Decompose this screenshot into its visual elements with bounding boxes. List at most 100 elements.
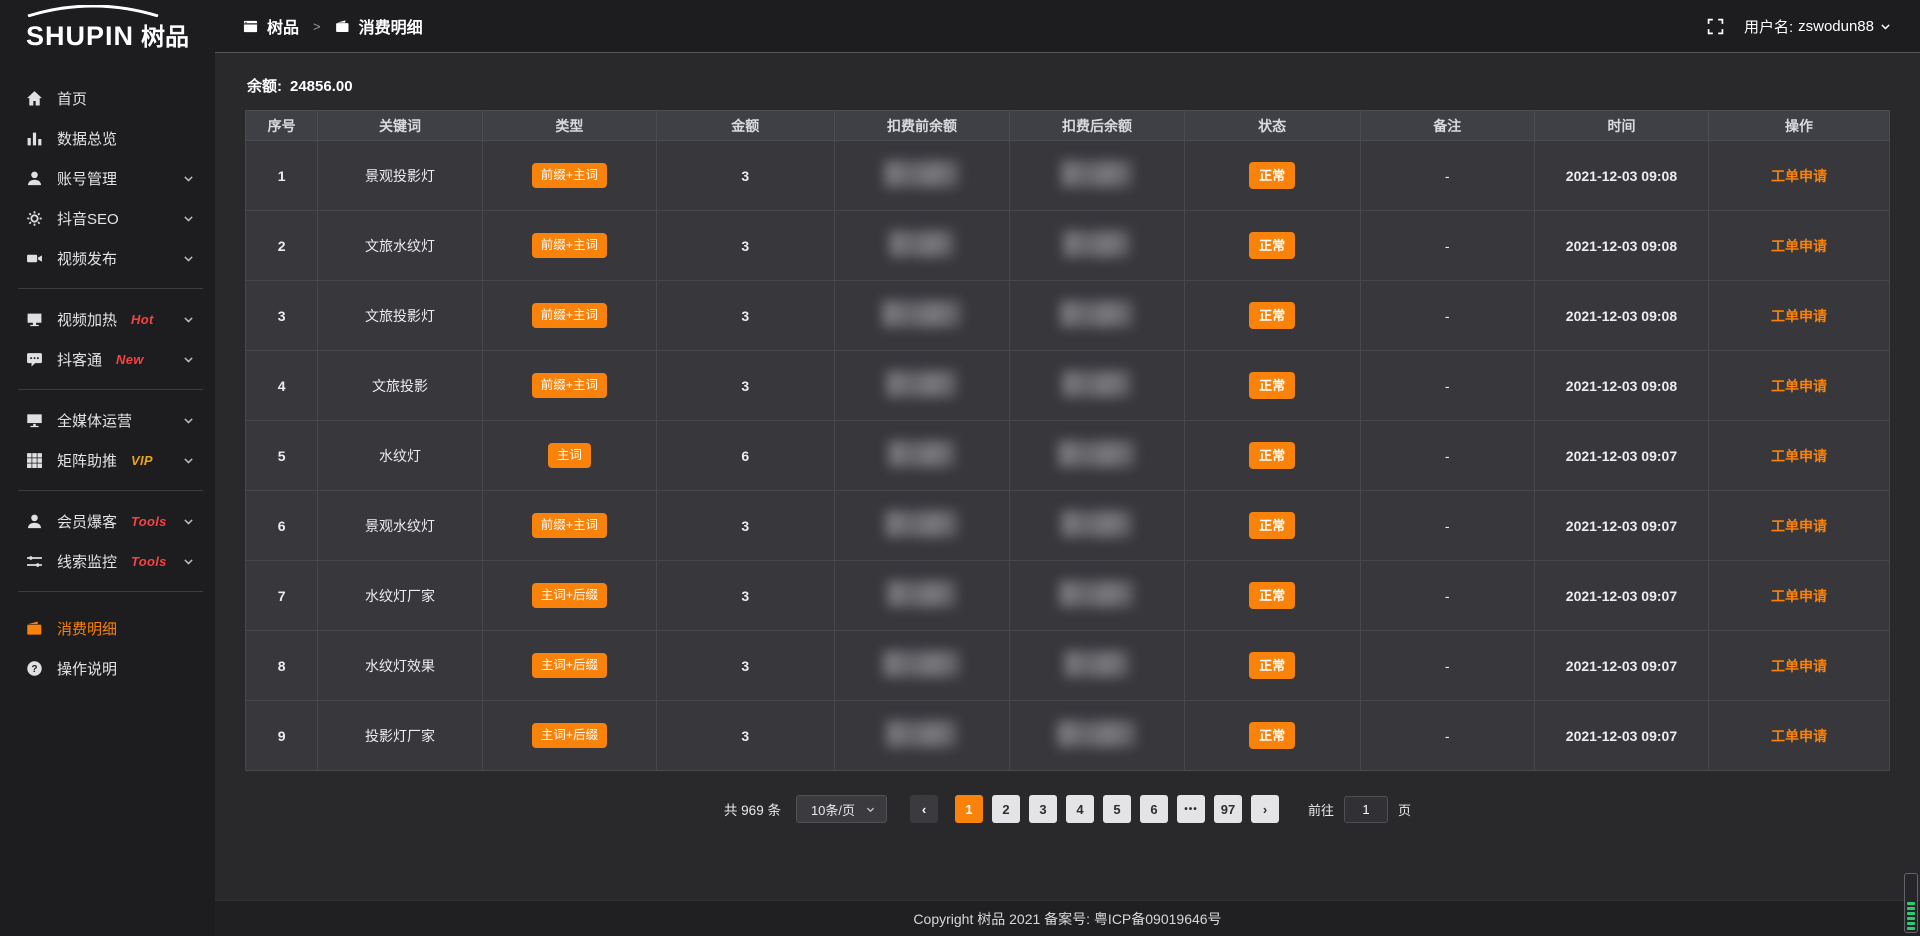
masked-balance-value	[1062, 511, 1132, 537]
cell-no: 8	[246, 631, 318, 701]
next-page-button[interactable]: ›	[1251, 795, 1279, 823]
overlay-widget[interactable]	[1904, 873, 1918, 933]
footer: Copyright 树品 2021 备案号: 粤ICP备09019646号	[215, 900, 1920, 936]
cell-status: 正常	[1184, 281, 1360, 351]
type-badge: 主词	[548, 443, 591, 468]
page-button-6[interactable]: 6	[1140, 795, 1168, 823]
sidebar-item-badge: VIP	[131, 453, 153, 468]
masked-balance-value	[887, 721, 957, 747]
page-button-3[interactable]: 3	[1029, 795, 1057, 823]
ticket-apply-link[interactable]: 工单申请	[1771, 308, 1827, 324]
cell-keyword: 文旅水纹灯	[318, 211, 482, 281]
gear-icon	[26, 210, 43, 227]
cell-no: 5	[246, 421, 318, 491]
sidebar-divider	[18, 490, 203, 491]
grid-icon	[26, 452, 43, 469]
fullscreen-icon[interactable]	[1707, 18, 1724, 35]
ticket-apply-link[interactable]: 工单申请	[1771, 238, 1827, 254]
cell-keyword: 文旅投影	[318, 351, 482, 421]
ticket-apply-link[interactable]: 工单申请	[1771, 728, 1827, 744]
sidebar-item-bar-chart[interactable]: 数据总览	[0, 118, 215, 158]
table-row: 7水纹灯厂家主词+后缀3正常-2021-12-03 09:07工单申请	[246, 561, 1890, 631]
page-button-97[interactable]: 97	[1214, 795, 1242, 823]
masked-balance-value	[1060, 581, 1134, 607]
type-badge: 前缀+主词	[532, 303, 607, 328]
ticket-apply-link[interactable]: 工单申请	[1771, 378, 1827, 394]
cell-status: 正常	[1184, 561, 1360, 631]
page-size-select[interactable]: 10条/页	[796, 795, 887, 823]
table-row: 9投影灯厂家主词+后缀3正常-2021-12-03 09:07工单申请	[246, 701, 1890, 771]
masked-balance-value	[1065, 651, 1129, 677]
cell-balance-after	[1010, 421, 1184, 491]
page-button-2[interactable]: 2	[992, 795, 1020, 823]
ticket-apply-link[interactable]: 工单申请	[1771, 448, 1827, 464]
ticket-apply-link[interactable]: 工单申请	[1771, 518, 1827, 534]
sidebar-item-label: 会员爆客	[57, 511, 117, 532]
sidebar-item-gear[interactable]: 抖音SEO	[0, 198, 215, 238]
sidebar-item-sliders[interactable]: 线索监控Tools	[0, 541, 215, 581]
user-menu[interactable]: 用户名: zswodun88	[1744, 16, 1892, 37]
table-header-row: 序号关键词类型金额扣费前余额扣费后余额状态备注时间操作	[246, 111, 1890, 141]
page-button-4[interactable]: 4	[1066, 795, 1094, 823]
consumption-table: 序号关键词类型金额扣费前余额扣费后余额状态备注时间操作 1景观投影灯前缀+主词3…	[245, 110, 1890, 771]
cell-amount: 3	[656, 491, 834, 561]
ticket-apply-link[interactable]: 工单申请	[1771, 588, 1827, 604]
sidebar-item-monitor[interactable]: 全媒体运营	[0, 400, 215, 440]
cell-amount: 3	[656, 281, 834, 351]
sidebar-item-label: 矩阵助推	[57, 450, 117, 471]
column-header-action: 操作	[1709, 111, 1890, 141]
prev-page-button[interactable]: ‹	[910, 795, 938, 823]
sidebar-item-wallet[interactable]: 消费明细	[0, 608, 215, 648]
cell-no: 2	[246, 211, 318, 281]
ticket-apply-link[interactable]: 工单申请	[1771, 658, 1827, 674]
cell-type: 前缀+主词	[482, 211, 656, 281]
cell-keyword: 投影灯厂家	[318, 701, 482, 771]
topbar: 树品 > 消费明细 用户名: zswodun88	[215, 0, 1920, 53]
chevron-down-icon	[182, 252, 195, 265]
cell-keyword: 水纹灯	[318, 421, 482, 491]
chevron-down-icon	[182, 172, 195, 185]
cell-remark: -	[1360, 211, 1534, 281]
chevron-down-icon	[182, 353, 195, 366]
cell-balance-before	[834, 351, 1010, 421]
type-badge: 前缀+主词	[532, 163, 607, 188]
table-row: 1景观投影灯前缀+主词3正常-2021-12-03 09:08工单申请	[246, 141, 1890, 211]
cell-action: 工单申请	[1709, 701, 1890, 771]
breadcrumb-item-home[interactable]: 树品	[243, 14, 299, 38]
chevron-down-icon	[182, 414, 195, 427]
sidebar-item-question[interactable]: ?操作说明	[0, 648, 215, 688]
sidebar-nav: 首页数据总览账号管理抖音SEO视频发布视频加热Hot抖客通New全媒体运营矩阵助…	[0, 54, 215, 936]
cell-no: 6	[246, 491, 318, 561]
cell-keyword: 文旅投影灯	[318, 281, 482, 351]
cell-type: 主词+后缀	[482, 561, 656, 631]
masked-balance-value	[888, 581, 956, 607]
cell-action: 工单申请	[1709, 421, 1890, 491]
goto-page-input[interactable]	[1344, 796, 1388, 823]
username-value: zswodun88	[1798, 18, 1874, 35]
cell-time: 2021-12-03 09:07	[1534, 631, 1708, 701]
cell-action: 工单申请	[1709, 281, 1890, 351]
status-badge: 正常	[1249, 442, 1295, 469]
sidebar-item-user-solid[interactable]: 会员爆客Tools	[0, 501, 215, 541]
cell-type: 主词	[482, 421, 656, 491]
cell-status: 正常	[1184, 491, 1360, 561]
cell-time: 2021-12-03 09:07	[1534, 561, 1708, 631]
column-header-no: 序号	[246, 111, 318, 141]
sidebar-item-home[interactable]: 首页	[0, 78, 215, 118]
status-badge: 正常	[1249, 372, 1295, 399]
page-button-5[interactable]: 5	[1103, 795, 1131, 823]
cell-no: 7	[246, 561, 318, 631]
page-button-1[interactable]: 1	[955, 795, 983, 823]
status-badge: 正常	[1249, 162, 1295, 189]
comment-icon	[26, 351, 43, 368]
sidebar-item-screen[interactable]: 视频加热Hot	[0, 299, 215, 339]
sidebar-item-comment[interactable]: 抖客通New	[0, 339, 215, 379]
sidebar-item-user[interactable]: 账号管理	[0, 158, 215, 198]
indicator-bar	[1907, 917, 1915, 920]
sidebar-item-label: 首页	[57, 88, 87, 109]
sidebar-item-video[interactable]: 视频发布	[0, 238, 215, 278]
sidebar-item-grid[interactable]: 矩阵助推 VIP	[0, 440, 215, 480]
status-badge: 正常	[1249, 582, 1295, 609]
more-pages-button[interactable]: •••	[1177, 795, 1205, 823]
ticket-apply-link[interactable]: 工单申请	[1771, 168, 1827, 184]
